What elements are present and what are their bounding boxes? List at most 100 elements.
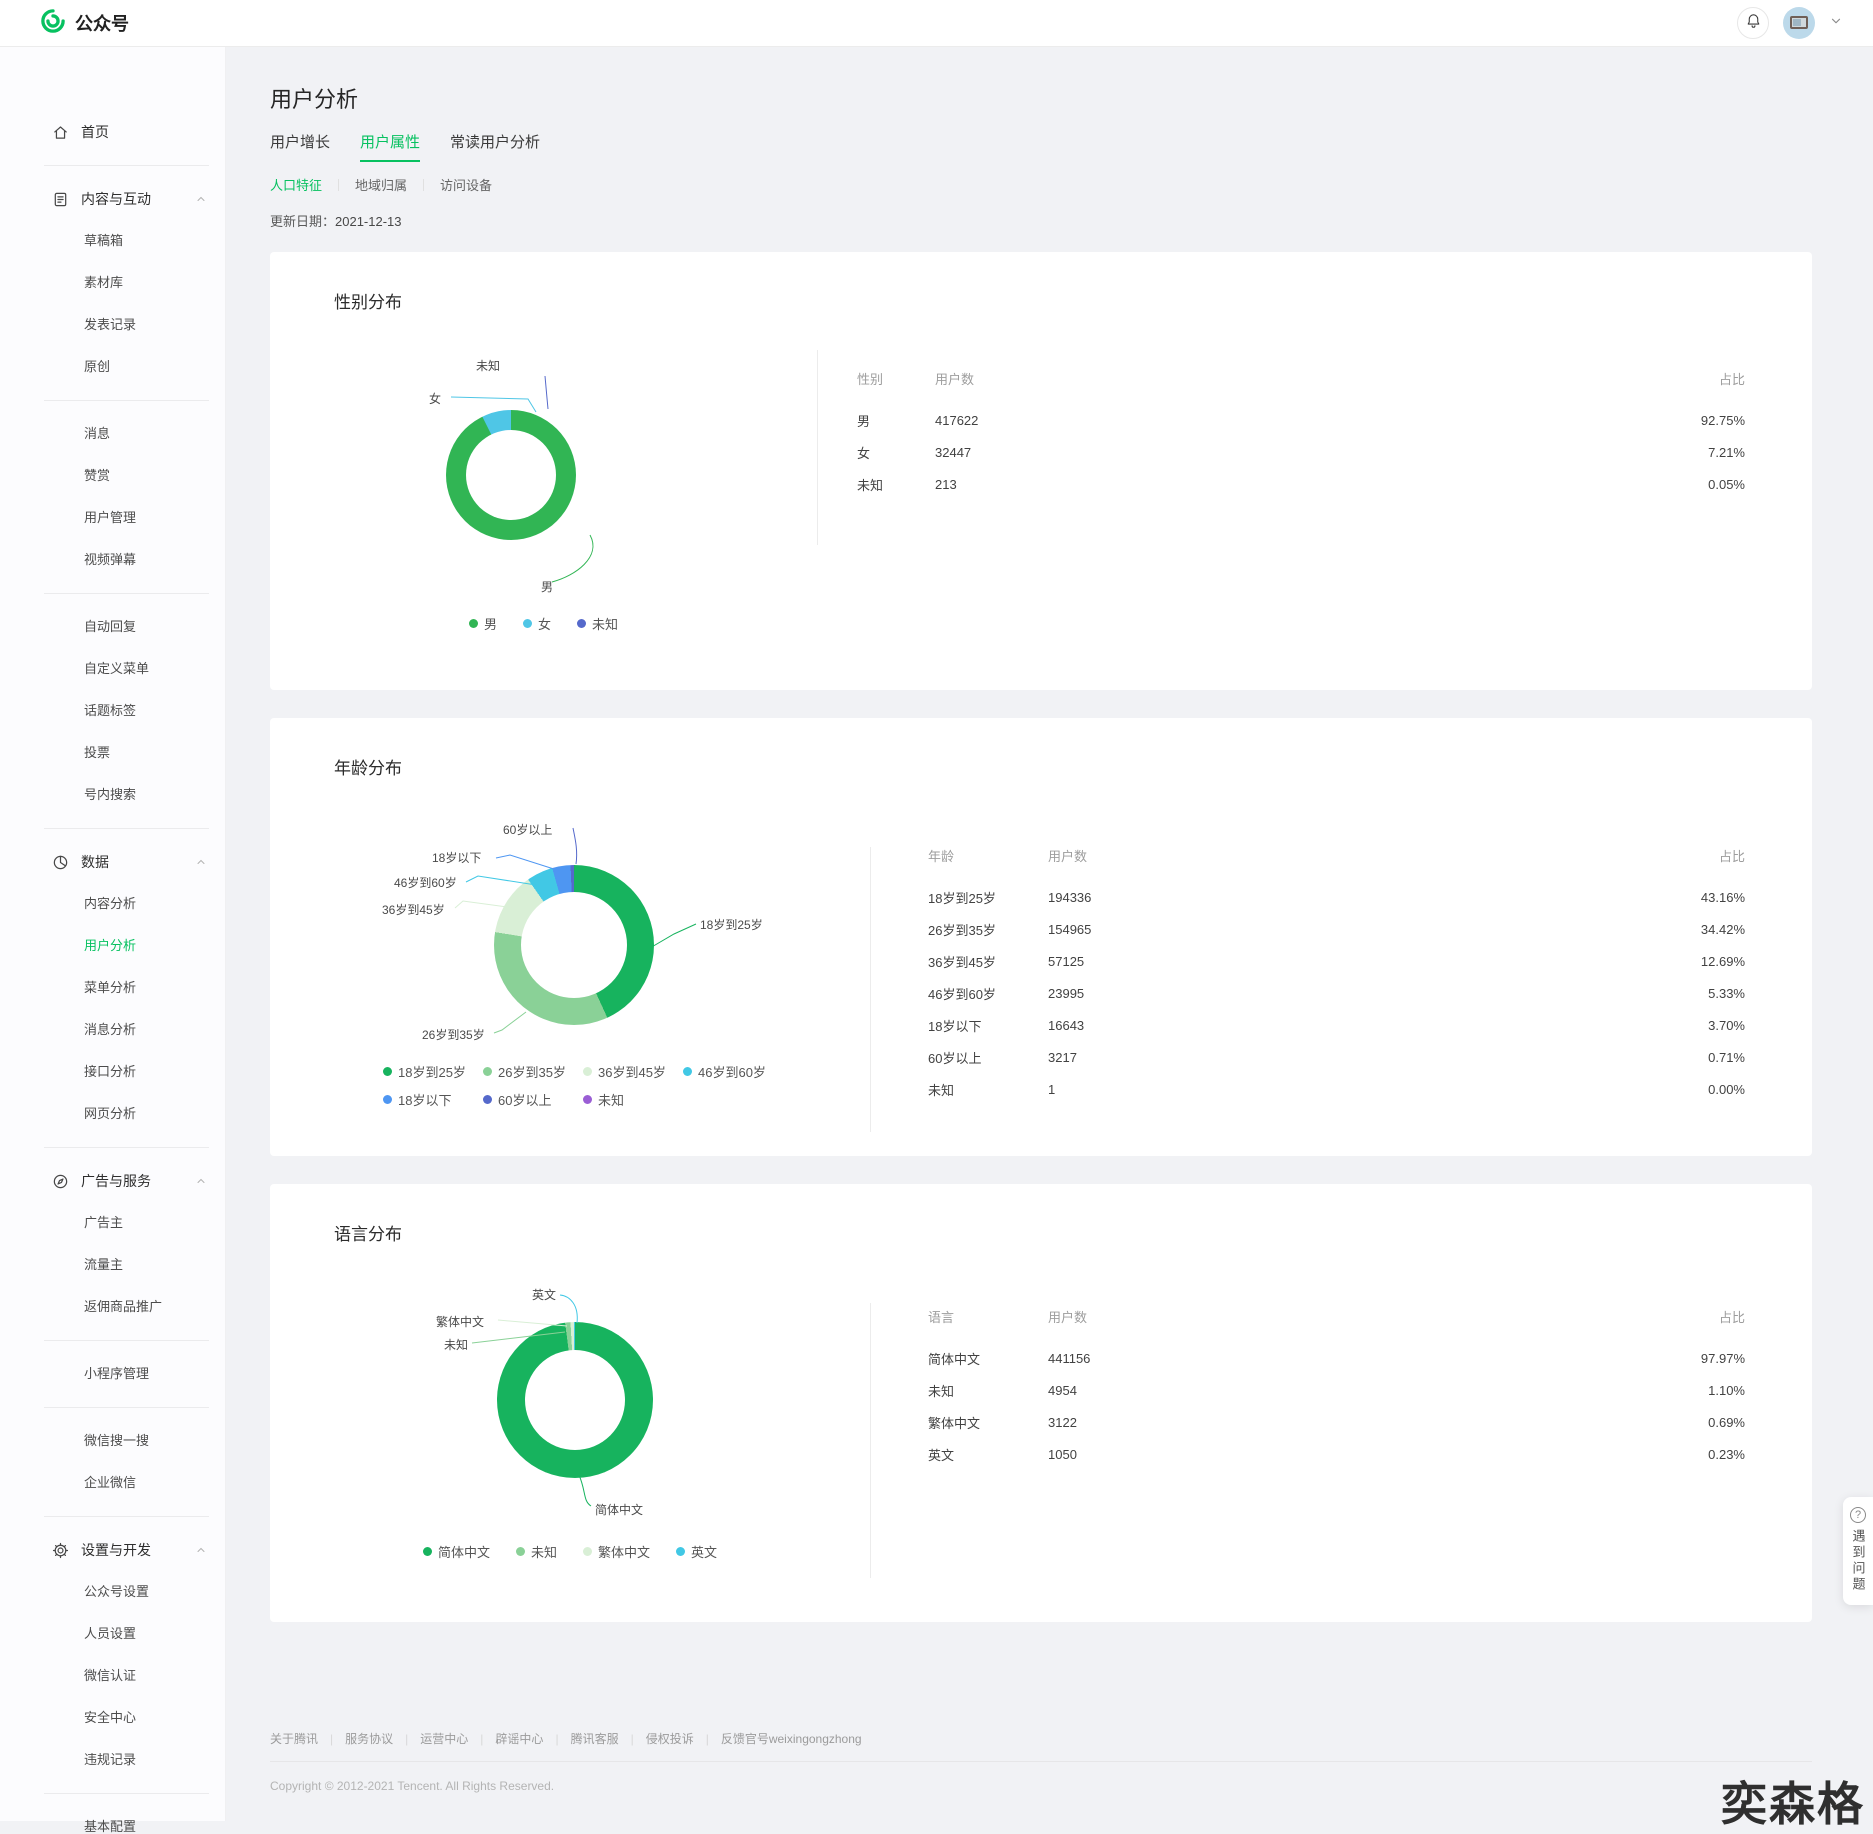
subtab-demographics[interactable]: 人口特征 [270, 175, 322, 194]
legend-item[interactable]: 60岁以上 [483, 1090, 583, 1109]
sidebar-item[interactable]: 自定义菜单 [0, 648, 225, 690]
table-row: 女324477.21% [857, 436, 1745, 468]
subtab-region[interactable]: 地域归属 [355, 175, 407, 194]
legend-item[interactable]: 简体中文 [423, 1542, 490, 1561]
sidebar-item[interactable]: 小程序管理 [0, 1353, 225, 1395]
sidebar-item[interactable]: 微信搜一搜 [0, 1420, 225, 1462]
footer-link[interactable]: 侵权投诉 [646, 1730, 694, 1747]
legend-dot [469, 619, 478, 628]
legend-item[interactable]: 未知 [583, 1090, 683, 1109]
sidebar-item[interactable]: 话题标签 [0, 690, 225, 732]
legend-item[interactable]: 男 [469, 614, 497, 633]
copyright: Copyright © 2012-2021 Tencent. All Right… [270, 1779, 1812, 1793]
legend-dot [516, 1547, 525, 1556]
footer-link[interactable]: 反馈官号weixingongzhong [721, 1730, 862, 1747]
sidebar-item[interactable]: 投票 [0, 732, 225, 774]
sidebar-item[interactable]: 返佣商品推广 [0, 1286, 225, 1328]
sidebar-item[interactable]: 流量主 [0, 1244, 225, 1286]
divider [44, 1340, 209, 1341]
sidebar-item[interactable]: 安全中心 [0, 1697, 225, 1739]
sidebar-item[interactable]: 微信认证 [0, 1655, 225, 1697]
sidebar-item[interactable]: 基本配置 [0, 1806, 225, 1834]
sidebar-item[interactable]: 号内搜索 [0, 774, 225, 816]
sidebar-item[interactable]: 用户管理 [0, 497, 225, 539]
account-avatar[interactable] [1783, 7, 1815, 39]
sidebar-item-home[interactable]: 首页 [0, 111, 225, 153]
gear-icon [52, 1542, 69, 1559]
sidebar-item[interactable]: 网页分析 [0, 1093, 225, 1135]
footer-link[interactable]: 腾讯客服 [571, 1730, 619, 1747]
chart-label: 18岁到25岁 [700, 916, 763, 933]
sidebar-item[interactable]: 素材库 [0, 262, 225, 304]
footer-link[interactable]: 运营中心 [420, 1730, 468, 1747]
table-row: 60岁以上32170.71% [928, 1041, 1745, 1073]
legend-item[interactable]: 36岁到45岁 [583, 1062, 683, 1081]
footer-link[interactable]: 服务协议 [345, 1730, 393, 1747]
sidebar-section-ads[interactable]: 广告与服务 [0, 1160, 225, 1202]
help-widget[interactable]: ? 遇到问题 [1843, 1497, 1873, 1605]
notifications-button[interactable] [1737, 7, 1769, 39]
legend-item[interactable]: 女 [523, 614, 551, 633]
legend-item[interactable]: 26岁到35岁 [483, 1062, 583, 1081]
legend-item[interactable]: 18岁以下 [383, 1090, 483, 1109]
sidebar-item[interactable]: 消息 [0, 413, 225, 455]
sidebar-item[interactable]: 内容分析 [0, 883, 225, 925]
table-row: 26岁到35岁15496534.42% [928, 913, 1745, 945]
sidebar-item[interactable]: 接口分析 [0, 1051, 225, 1093]
subtab-device[interactable]: 访问设备 [440, 175, 492, 194]
pie-chart-icon [52, 854, 69, 871]
sidebar-item[interactable]: 赞赏 [0, 455, 225, 497]
legend-item[interactable]: 未知 [516, 1542, 557, 1561]
chevron-up-icon [195, 1175, 207, 1187]
table-row: 未知2130.05% [857, 468, 1745, 500]
legend-dot [583, 1547, 592, 1556]
age-table: 年龄用户数占比 18岁到25岁19433643.16% 26岁到35岁15496… [928, 847, 1745, 1105]
footer-link[interactable]: 辟谣中心 [495, 1730, 543, 1747]
chart-label: 未知 [444, 1336, 468, 1353]
divider [44, 1516, 209, 1517]
sidebar-section-data[interactable]: 数据 [0, 841, 225, 883]
chart-label: 18岁以下 [432, 849, 481, 866]
sidebar-item[interactable]: 消息分析 [0, 1009, 225, 1051]
sidebar-item[interactable]: 菜单分析 [0, 967, 225, 1009]
language-table: 语言用户数占比 简体中文44115697.97% 未知49541.10% 繁体中… [928, 1308, 1745, 1470]
sidebar-item[interactable]: 违规记录 [0, 1739, 225, 1781]
legend-dot [577, 619, 586, 628]
tab-regular-readers[interactable]: 常读用户分析 [450, 131, 540, 162]
donut-chart[interactable] [497, 1322, 653, 1478]
help-widget-label: 遇到问题 [1849, 1529, 1868, 1593]
donut-chart[interactable] [494, 865, 654, 1025]
sidebar-item[interactable]: 企业微信 [0, 1462, 225, 1504]
sidebar-item[interactable]: 广告主 [0, 1202, 225, 1244]
chart-label: 46岁到60岁 [394, 874, 457, 891]
avatar-image [1790, 16, 1808, 29]
legend-item[interactable]: 18岁到25岁 [383, 1062, 483, 1081]
legend-dot [483, 1067, 492, 1076]
sidebar-section-content[interactable]: 内容与互动 [0, 178, 225, 220]
footer-link[interactable]: 关于腾讯 [270, 1730, 318, 1747]
account-menu-chevron-down-icon[interactable] [1829, 14, 1843, 33]
sidebar-item[interactable]: 发表记录 [0, 304, 225, 346]
donut-chart[interactable] [446, 410, 576, 540]
sidebar-section-settings[interactable]: 设置与开发 [0, 1529, 225, 1571]
sidebar-item-user-analysis[interactable]: 用户分析 [0, 925, 225, 967]
legend-item[interactable]: 繁体中文 [583, 1542, 650, 1561]
sidebar-item[interactable]: 草稿箱 [0, 220, 225, 262]
tab-user-growth[interactable]: 用户增长 [270, 131, 330, 162]
legend-item[interactable]: 未知 [577, 614, 618, 633]
legend-item[interactable]: 英文 [676, 1542, 717, 1561]
sidebar-item[interactable]: 视频弹幕 [0, 539, 225, 581]
divider: | [631, 1732, 634, 1746]
sidebar-item[interactable]: 人员设置 [0, 1613, 225, 1655]
sidebar-item[interactable]: 自动回复 [0, 606, 225, 648]
chevron-up-icon [195, 193, 207, 205]
sidebar-item[interactable]: 原创 [0, 346, 225, 388]
chevron-up-icon [195, 1544, 207, 1556]
legend-item[interactable]: 46岁到60岁 [683, 1062, 783, 1081]
chart-label: 简体中文 [595, 1501, 643, 1518]
legend-dot [676, 1547, 685, 1556]
divider [423, 179, 424, 191]
app-logo[interactable]: 公众号 [40, 8, 129, 39]
sidebar-item[interactable]: 公众号设置 [0, 1571, 225, 1613]
tab-user-attributes[interactable]: 用户属性 [360, 131, 420, 162]
